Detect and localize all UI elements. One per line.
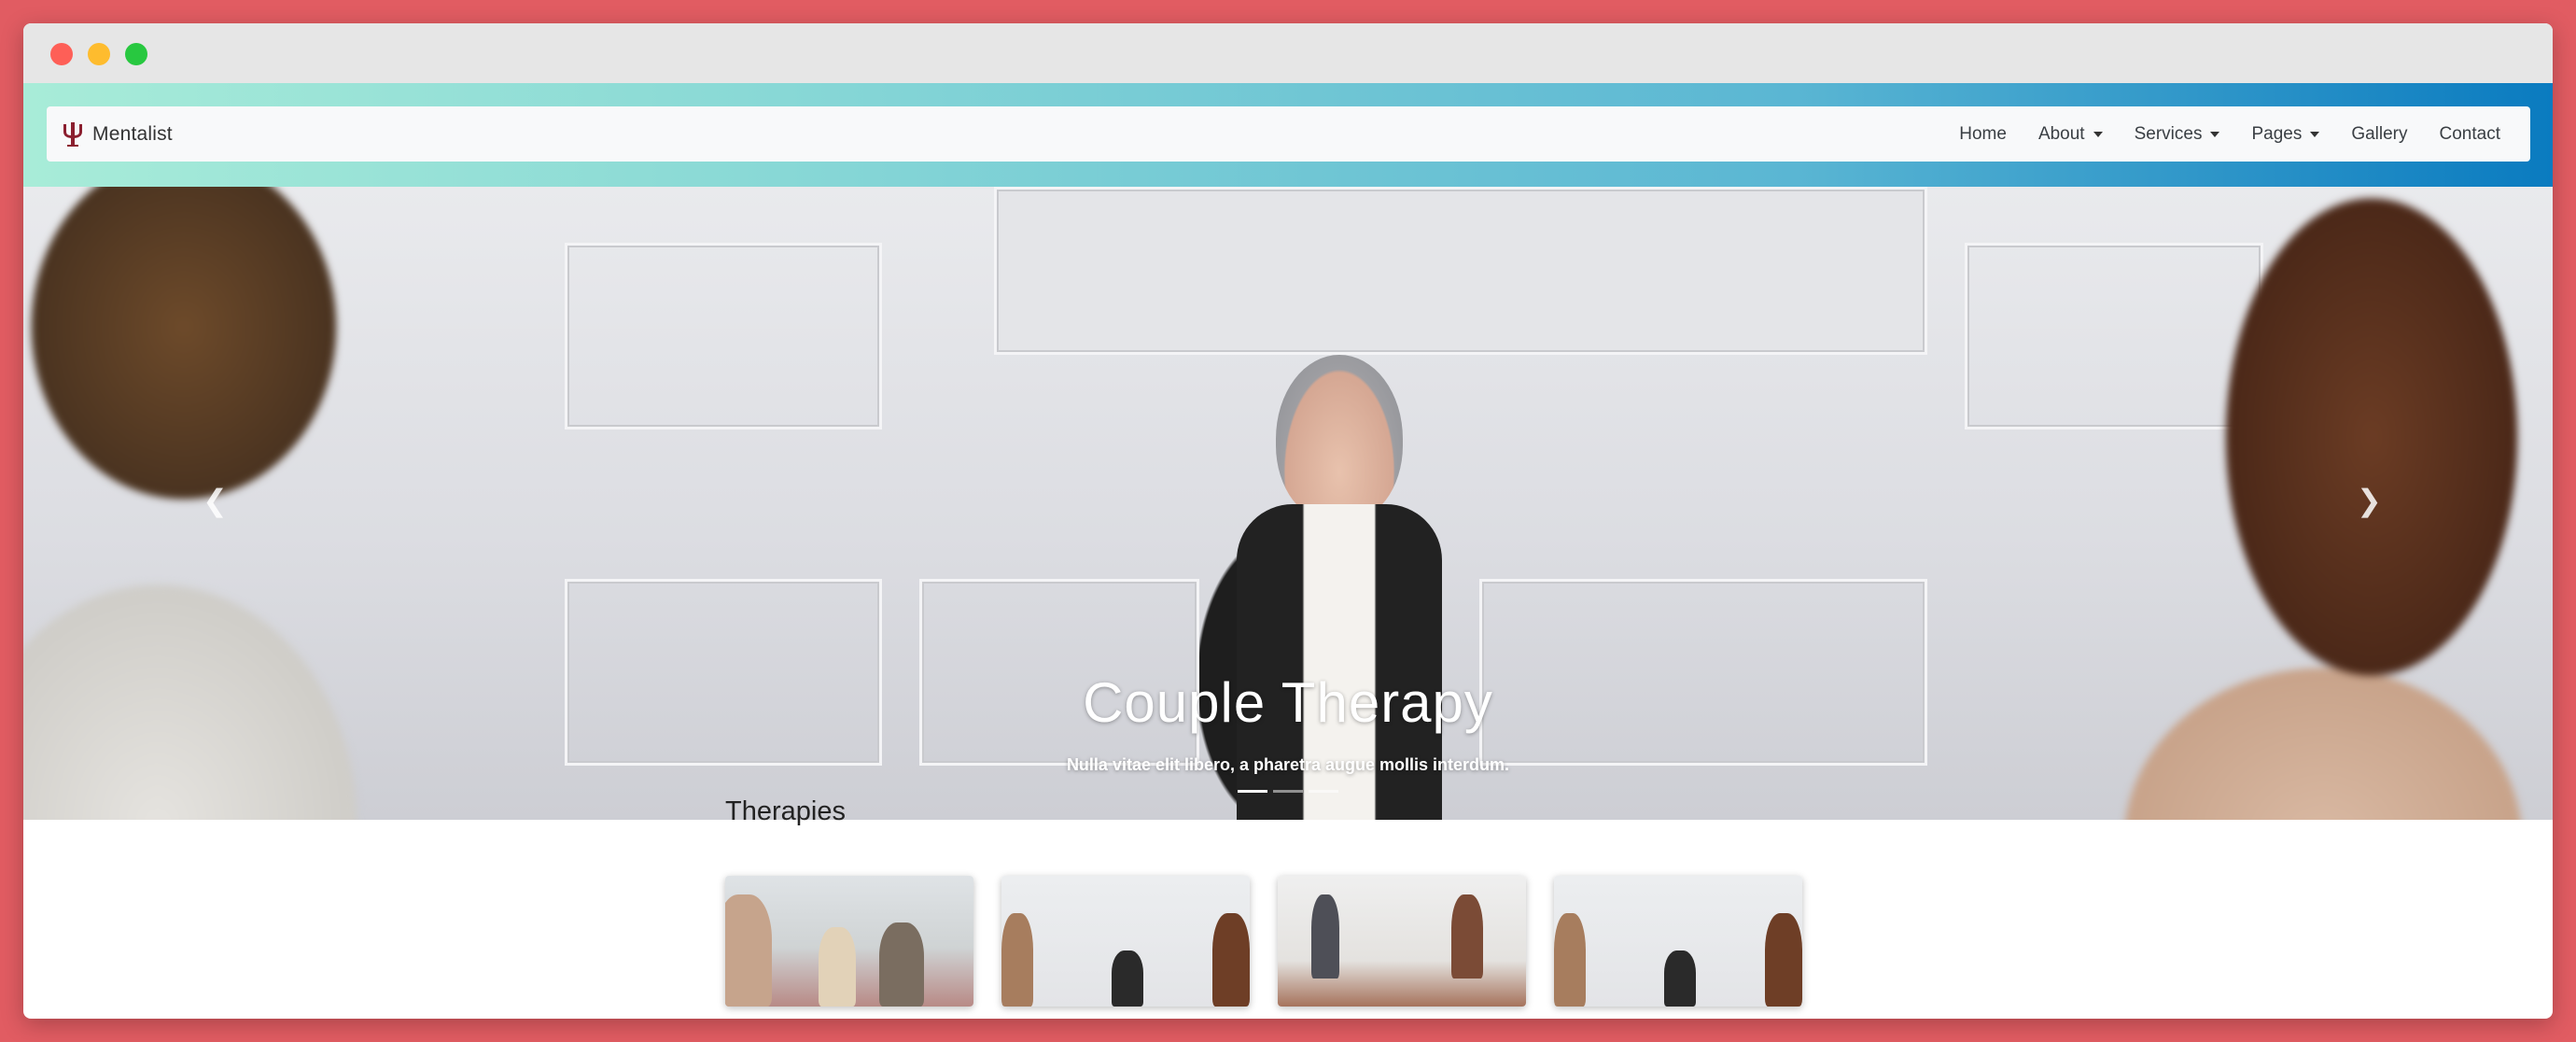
nav-menu: Home About Services Pages Gallery Contac…: [1927, 124, 2500, 145]
therapies-section: Therapies: [725, 796, 846, 827]
hero-carousel: ❮ ❯ Couple Therapy Nulla vitae elit libe…: [23, 187, 2553, 820]
nav-label: Gallery: [2351, 123, 2408, 144]
header-band: Mentalist Home About Services Pages Gall…: [23, 83, 2553, 187]
hero-title: Couple Therapy: [1083, 671, 1493, 734]
card-image-person: [1554, 913, 1586, 1007]
card-image-person: [819, 927, 856, 1007]
nav-label: About: [2037, 123, 2085, 144]
therapist-head: [1276, 355, 1403, 523]
nav-label: Pages: [2251, 123, 2303, 144]
nav-label: Contact: [2439, 123, 2500, 144]
maximize-window-button[interactable]: [125, 43, 147, 65]
navbar: Mentalist Home About Services Pages Gall…: [47, 106, 2530, 162]
card-image-person: [1001, 913, 1033, 1007]
close-window-button[interactable]: [50, 43, 73, 65]
chevron-right-icon[interactable]: ❯: [2357, 486, 2382, 515]
therapy-cards: [725, 876, 1802, 1007]
brand-name: Mentalist: [92, 122, 173, 145]
browser-window: Mentalist Home About Services Pages Gall…: [23, 23, 2553, 1019]
wall-panel: [565, 243, 882, 429]
hero-caption: Couple Therapy Nulla vitae elit libero, …: [23, 670, 2553, 775]
therapy-card[interactable]: [1278, 876, 1526, 1007]
caret-down-icon: [2310, 131, 2320, 137]
card-image-person: [1765, 913, 1802, 1007]
card-image-person: [1212, 913, 1250, 1007]
card-image-person: [879, 922, 924, 1007]
therapy-card[interactable]: [1554, 876, 1802, 1007]
psi-icon: [63, 121, 82, 147]
therapy-card[interactable]: [1001, 876, 1250, 1007]
card-image-person: [1311, 894, 1339, 979]
brand-link[interactable]: Mentalist: [61, 120, 173, 148]
nav-item-about[interactable]: About: [2038, 124, 2103, 145]
nav-item-pages[interactable]: Pages: [2251, 123, 2320, 145]
nav-label: Home: [1959, 123, 2007, 144]
nav-item-contact[interactable]: Contact: [2440, 124, 2500, 145]
card-image-person: [1664, 950, 1696, 1007]
hero-text: Nulla vitae elit libero, a pharetra augu…: [1066, 755, 1510, 774]
carousel-indicator-1[interactable]: [1238, 790, 1267, 793]
nav-item-gallery[interactable]: Gallery: [2351, 124, 2407, 145]
wall-panel: [994, 187, 1927, 355]
card-image-person: [725, 894, 772, 1007]
nav-item-home[interactable]: Home: [1959, 124, 2007, 145]
chevron-left-icon[interactable]: ❮: [203, 486, 228, 515]
section-title: Therapies: [725, 796, 846, 826]
nav-item-services[interactable]: Services: [2135, 124, 2220, 145]
caret-down-icon: [2093, 131, 2103, 137]
therapy-card[interactable]: [725, 876, 973, 1007]
carousel-indicator-3[interactable]: [1309, 790, 1338, 793]
window-titlebar: [23, 23, 2553, 83]
card-image-person: [1451, 894, 1483, 979]
carousel-indicator-2[interactable]: [1273, 790, 1303, 793]
nav-label: Services: [2134, 123, 2203, 144]
caret-down-icon: [2210, 131, 2220, 137]
minimize-window-button[interactable]: [88, 43, 110, 65]
card-image-person: [1112, 950, 1143, 1007]
carousel-indicators: [23, 790, 2553, 793]
